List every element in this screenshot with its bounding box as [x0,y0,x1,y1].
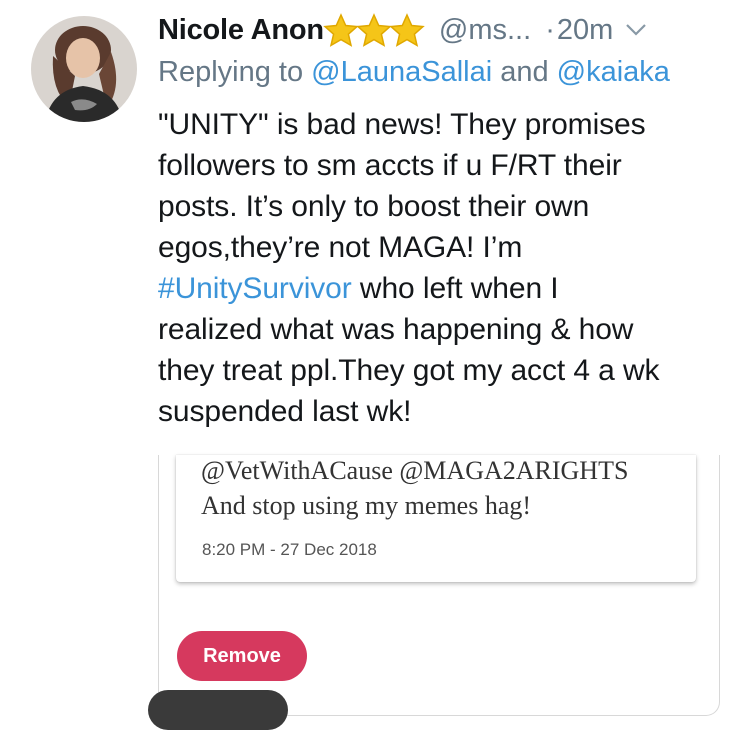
embedded-tweet-card[interactable]: @VetWithACause @MAGA2ARIGHTS And stop us… [176,455,696,582]
embedded-tweet-mentions: @VetWithACause @MAGA2ARIGHTS [201,456,629,485]
tweet-text: "UNITY" is bad news! They promises follo… [158,104,718,432]
tweet-header: Nicole Anon @ms... · 20m [158,10,647,50]
star-emoji-group [323,13,425,47]
star-icon [356,13,392,47]
reply-prefix: Replying to [158,56,312,88]
chevron-down-icon[interactable] [625,23,647,37]
separator-dot: · [545,13,555,46]
star-icon [323,13,359,47]
star-icon [389,13,425,47]
reply-user-link[interactable]: @LaunaSallai [311,56,492,88]
replying-to: Replying to @LaunaSallai and @kaiaka [158,56,670,89]
remove-button[interactable]: Remove [177,631,307,681]
tweet-line-rest: who left when I [351,272,559,305]
avatar[interactable] [31,16,137,122]
tweet-line: they treat ppl.They got my acct 4 a wk [158,354,660,387]
embedded-tweet-timestamp: 8:20 PM - 27 Dec 2018 [202,540,377,559]
tweet-timestamp[interactable]: 20m [557,14,613,47]
tweet-line: posts. It’s only to boost their own [158,190,590,223]
reply-and: and [492,56,557,88]
tweet-line: "UNITY" is bad news! They promises [158,108,646,141]
tweet-line: followers to sm accts if u F/RT their [158,149,622,182]
reply-user-link[interactable]: @kaiaka [557,56,670,88]
display-name[interactable]: Nicole Anon [158,14,324,47]
tweet-line: egos,they’re not MAGA! I’m [158,231,523,264]
tweet-line: realized what was happening & how [158,313,634,346]
tweet-line: suspended last wk! [158,395,412,428]
overlay-shape [148,690,288,730]
hashtag-link[interactable]: #UnitySurvivor [158,272,352,305]
embedded-tweet-text: And stop using my memes hag! [201,491,532,520]
user-handle[interactable]: @ms... [439,14,531,47]
tweet-line: #UnitySurvivor who left when I [158,268,718,309]
